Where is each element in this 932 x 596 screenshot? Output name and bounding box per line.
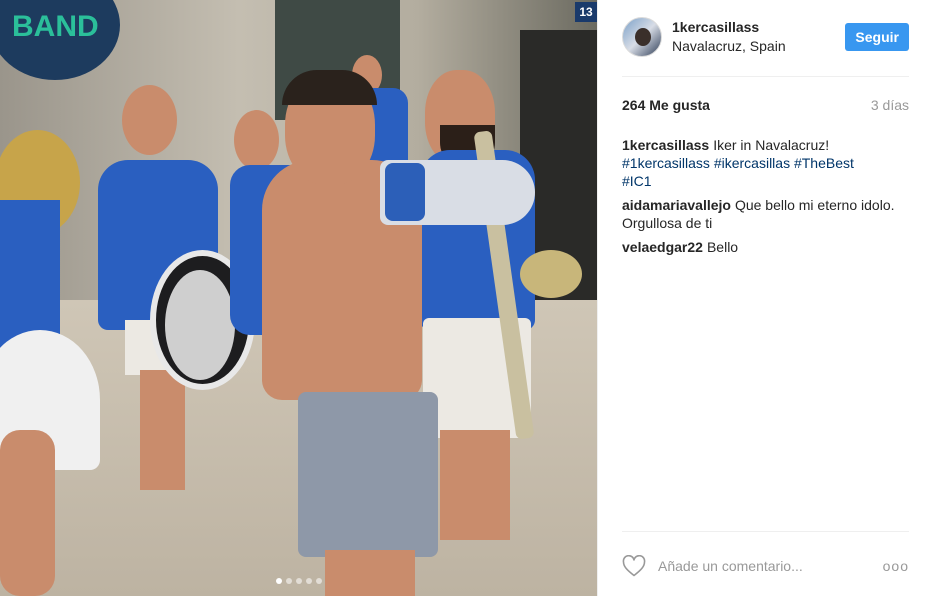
post-stats: 264 Me gusta 3 días [622, 97, 909, 113]
avatar[interactable] [622, 17, 662, 57]
drummer-head [122, 85, 177, 155]
username-link[interactable]: 1kercasillass [672, 18, 786, 36]
comment-input[interactable] [658, 558, 883, 574]
post-video[interactable]: BAND 13 [0, 0, 597, 596]
carousel-dot[interactable] [295, 578, 302, 584]
carousel-dot[interactable] [305, 578, 312, 584]
post-age[interactable]: 3 días [871, 97, 909, 113]
footer-divider [622, 531, 909, 532]
hashtag-link[interactable]: #1kercasillass [622, 155, 710, 171]
trombonist-legs [440, 430, 510, 540]
user-meta: 1kercasillass Navalacruz, Spain [672, 18, 786, 56]
instagram-post: BAND 13 1kercasillass Navalacruz, Spain … [0, 0, 932, 596]
hashtag-link[interactable]: #ikercasillas [714, 155, 790, 171]
comment-username[interactable]: aidamariavallejo [622, 197, 731, 213]
band-sign-text: BAND [12, 10, 99, 43]
comment-item: velaedgar22 Bello [622, 238, 909, 256]
drummer-legs [140, 370, 185, 490]
carousel-dot[interactable] [275, 578, 282, 584]
caption: 1kercasillass Iker in Navalacruz! #1kerca… [622, 136, 909, 190]
more-options-icon[interactable]: ooo [883, 558, 909, 574]
megaphone-band [385, 163, 425, 221]
comment-username[interactable]: velaedgar22 [622, 239, 703, 255]
likes-count[interactable]: 264 Me gusta [622, 97, 710, 113]
comment-text: Bello [706, 239, 739, 255]
shirtless-man-legs [325, 550, 415, 596]
hashtag-link[interactable]: #TheBest [794, 155, 854, 171]
add-comment-row: ooo [622, 552, 909, 580]
caption-text: Iker in Navalacruz! [713, 137, 830, 153]
post-header: 1kercasillass Navalacruz, Spain Seguir [622, 17, 909, 57]
drum-head [165, 270, 235, 380]
musician-head [234, 110, 279, 170]
comment-item: aidamariavallejo Que bello mi eterno idol… [622, 196, 909, 232]
post-side-panel: 1kercasillass Navalacruz, Spain Seguir 2… [597, 0, 932, 596]
carousel-dot[interactable] [285, 578, 292, 584]
caption-username[interactable]: 1kercasillass [622, 137, 709, 153]
location-link[interactable]: Navalacruz, Spain [672, 36, 786, 56]
heart-icon[interactable] [622, 554, 646, 577]
comment-list: 1kercasillass Iker in Navalacruz! #1kerca… [622, 136, 909, 262]
trombone-bell [520, 250, 582, 298]
header-divider [622, 76, 909, 77]
carousel-indicator [0, 578, 597, 584]
follow-button[interactable]: Seguir [845, 23, 909, 51]
hashtag-link[interactable]: #IC1 [622, 173, 652, 189]
house-number-plate: 13 [575, 2, 597, 22]
left-arm [0, 430, 55, 596]
carousel-dot[interactable] [315, 578, 322, 584]
shirtless-man-shorts [298, 392, 438, 557]
